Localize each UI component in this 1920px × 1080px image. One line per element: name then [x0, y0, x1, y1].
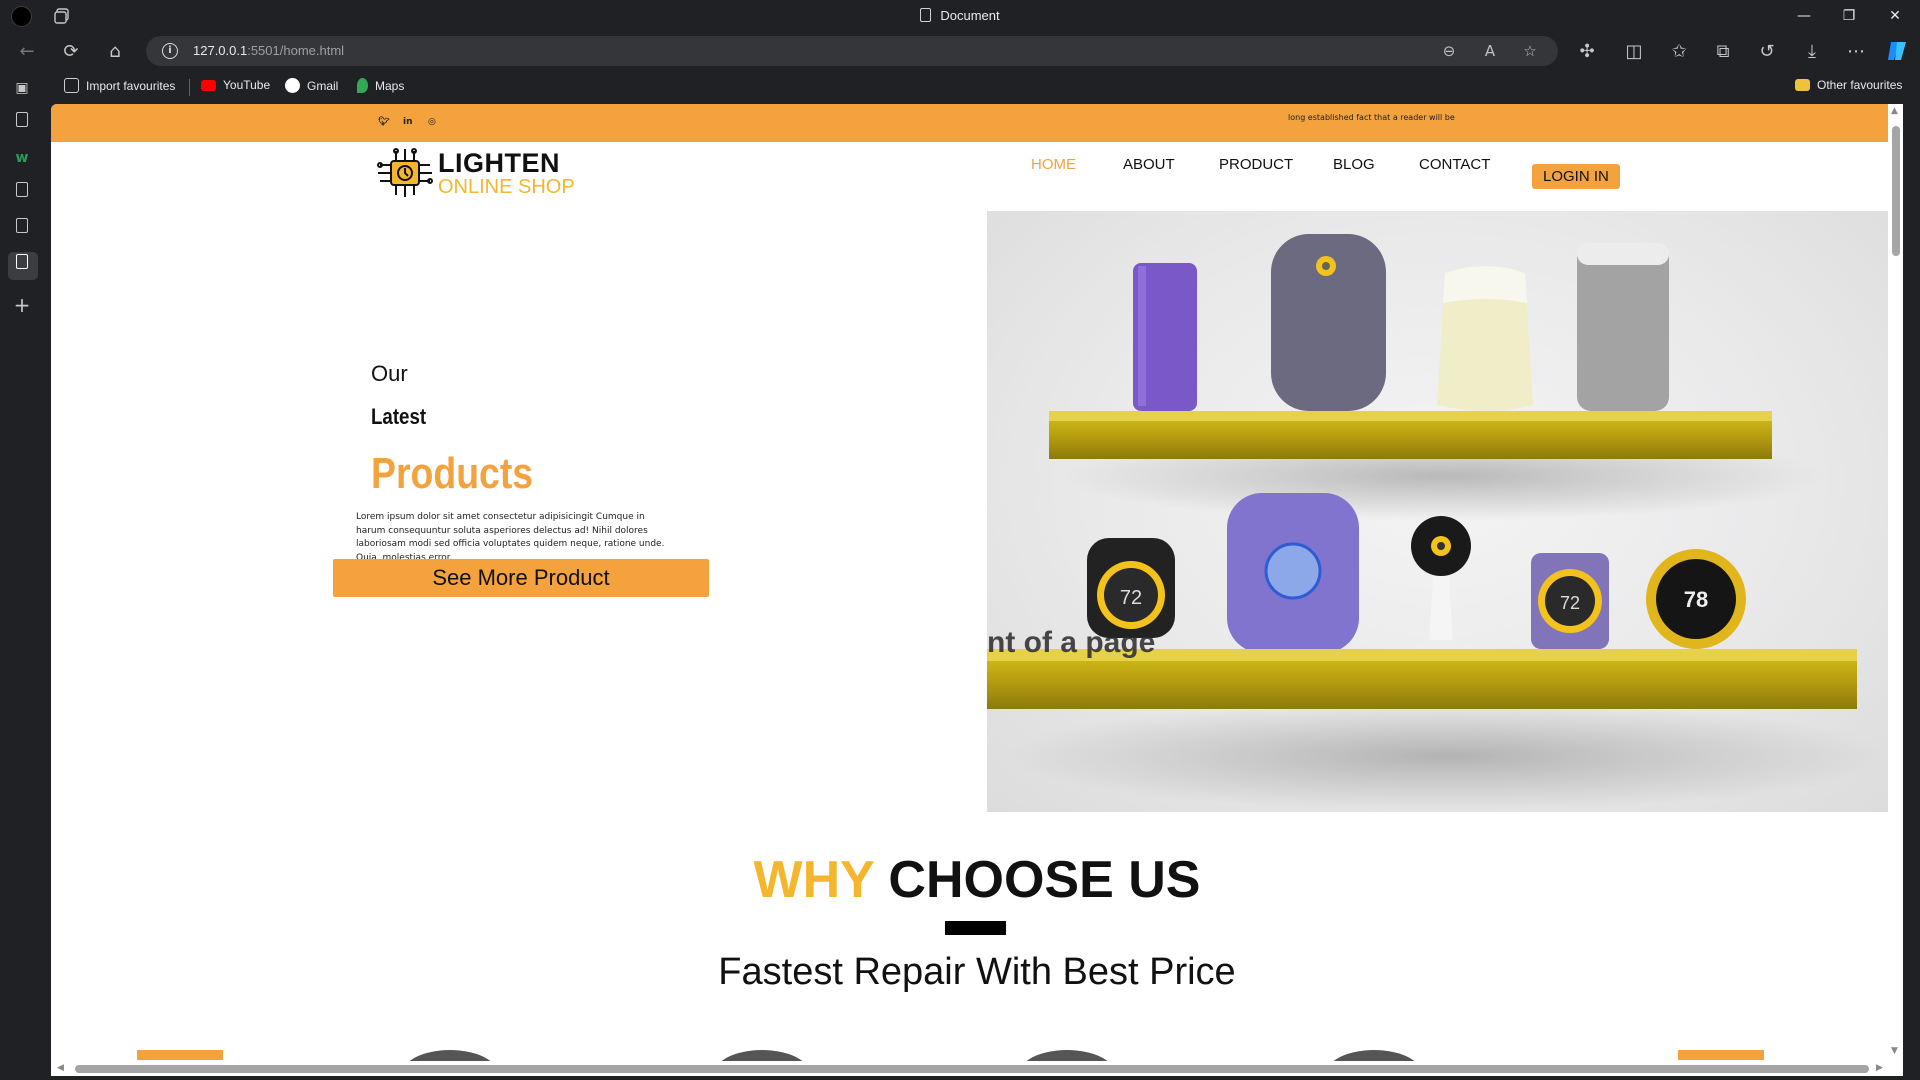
bookmark-youtube[interactable]: YouTube	[201, 78, 270, 92]
heading-underline	[945, 921, 1006, 935]
instagram-icon[interactable]: ◎	[428, 117, 436, 127]
tab-page-icon-active[interactable]	[13, 254, 31, 274]
favourite-star-icon[interactable]: ☆	[1519, 40, 1541, 62]
scroll-up-icon[interactable]: ▲	[1891, 106, 1898, 116]
hero-line-latest: Latest	[371, 404, 427, 429]
scroll-right-icon[interactable]: ▶	[1876, 1063, 1883, 1073]
document-icon	[920, 8, 932, 22]
vertical-scroll-thumb[interactable]	[1892, 126, 1900, 256]
nav-home[interactable]: HOME	[1031, 156, 1076, 173]
speaker-grey-cylinder	[1577, 243, 1669, 411]
more-menu-icon[interactable]: ⋯	[1843, 39, 1869, 65]
bookmark-other-favourites[interactable]: Other favourites	[1795, 78, 1902, 92]
logo-title: LIGHTEN	[438, 148, 560, 178]
scroll-down-icon[interactable]: ▼	[1891, 1046, 1898, 1056]
window-title-text: Document	[940, 8, 1000, 23]
favourites-icon[interactable]: ✩	[1666, 39, 1692, 65]
why-choose-us-heading: WHY CHOOSE US	[51, 850, 1903, 910]
read-aloud-icon[interactable]: A	[1479, 40, 1501, 62]
split-screen-icon[interactable]: ◫	[1621, 39, 1647, 65]
nav-contact[interactable]: CONTACT	[1419, 156, 1490, 173]
site-logo[interactable]: LIGHTEN ONLINE SHOP	[376, 141, 586, 199]
restore-button[interactable]: ❐	[1829, 4, 1869, 28]
nav-product[interactable]: PRODUCT	[1219, 156, 1293, 173]
url-text[interactable]: 127.0.0.1:5501/home.html	[193, 43, 344, 58]
tab-page-icon[interactable]	[13, 218, 31, 238]
logo-subtitle: ONLINE SHOP	[438, 176, 575, 198]
bookmark-maps[interactable]: Maps	[357, 78, 404, 93]
import-icon	[64, 78, 79, 93]
history-icon[interactable]: ↺	[1754, 39, 1780, 65]
choose-us-word: CHOOSE US	[888, 851, 1201, 909]
tab-site-icon[interactable]: w	[13, 148, 31, 168]
why-word: WHY	[753, 851, 874, 909]
window-title: Document	[0, 8, 1920, 23]
minimize-button[interactable]: —	[1784, 4, 1824, 28]
horizontal-scroll-thumb[interactable]	[75, 1065, 1869, 1073]
linkedin-icon[interactable]: in	[403, 117, 413, 127]
horizontal-scrollbar[interactable]: ◀ ▶	[51, 1061, 1903, 1076]
see-more-product-button[interactable]: See More Product	[333, 559, 709, 597]
url-host: 127.0.0.1	[193, 43, 248, 58]
refresh-icon[interactable]: ⟳	[58, 39, 84, 65]
bookmarks-bar: Import favourites YouTube Gmail Maps Oth…	[50, 70, 1920, 104]
tab-page-icon[interactable]	[13, 182, 31, 202]
collections-icon[interactable]: ⧉	[1710, 39, 1736, 65]
google-icon	[285, 78, 300, 93]
card-accent-left	[137, 1050, 223, 1060]
zoom-out-icon[interactable]: ⊖	[1438, 40, 1460, 62]
maps-icon	[357, 78, 368, 93]
hero-product-image: 72 72 78 nt of a page	[987, 211, 1891, 812]
close-button[interactable]: ✕	[1875, 4, 1915, 28]
nav-about[interactable]: ABOUT	[1123, 156, 1175, 173]
bookmark-gmail[interactable]: Gmail	[285, 78, 338, 93]
device-readout-1: 72	[1120, 587, 1142, 609]
page-viewport: 🐦︎ in ◎ long established fact that a rea…	[51, 104, 1903, 1076]
youtube-icon	[201, 79, 216, 91]
bookmark-label: Maps	[375, 78, 405, 93]
vertical-tab-sidebar: ▣ w +	[0, 70, 50, 1080]
browser-toolbar: ← ⟳ ⌂ i 127.0.0.1:5501/home.html ⊖ A ☆ ✣…	[0, 32, 1920, 70]
hero-description: Lorem ipsum dolor sit amet consectetur a…	[356, 512, 665, 563]
bookmark-label: YouTube	[223, 78, 271, 92]
back-icon[interactable]: ←	[14, 39, 40, 65]
chip-logo-icon	[377, 148, 433, 197]
extensions-icon[interactable]: ✣	[1574, 39, 1600, 65]
home-icon[interactable]: ⌂	[102, 39, 128, 65]
window-titlebar: Document — ❐ ✕	[0, 0, 1920, 32]
bookmark-label: Gmail	[307, 78, 339, 93]
bookmark-import-favourites[interactable]: Import favourites	[64, 78, 175, 93]
image-overlay-text: nt of a page	[987, 626, 1156, 659]
new-tab-icon[interactable]: +	[13, 295, 31, 315]
login-button[interactable]: LOGIN IN	[1532, 164, 1620, 189]
top-info-strip: 🐦︎ in ◎ long established fact that a rea…	[51, 104, 1903, 142]
smart-devices-illustration: 72 72 78	[987, 234, 1887, 811]
site-info-icon[interactable]: i	[162, 43, 178, 59]
downloads-icon[interactable]: ⤓	[1799, 39, 1825, 65]
folder-icon	[1795, 79, 1810, 91]
tab-page-icon[interactable]	[13, 112, 31, 132]
vertical-scrollbar[interactable]: ▲ ▼	[1888, 104, 1903, 1061]
address-bar[interactable]: i 127.0.0.1:5501/home.html ⊖ A ☆	[146, 36, 1558, 66]
twitter-icon[interactable]: 🐦︎	[378, 117, 389, 127]
device-readout-3: 78	[1684, 587, 1708, 612]
hero-line-products: Products	[371, 449, 534, 498]
bookmark-label: Other favourites	[1817, 78, 1903, 92]
tab-actions-icon[interactable]: ▣	[13, 78, 31, 98]
url-path: :5501/home.html	[247, 43, 345, 58]
top-strip-text: long established fact that a reader will…	[1288, 113, 1455, 122]
bookmark-separator	[189, 79, 190, 96]
scroll-left-icon[interactable]: ◀	[57, 1063, 64, 1073]
bookmark-label: Import favourites	[86, 78, 176, 93]
copilot-icon[interactable]	[1884, 39, 1910, 65]
card-accent-right	[1678, 1050, 1764, 1060]
device-readout-2: 72	[1560, 593, 1580, 613]
hero-line-our: Our	[371, 361, 408, 386]
nav-blog[interactable]: BLOG	[1333, 156, 1375, 173]
why-subtitle: Fastest Repair With Best Price	[718, 951, 1236, 993]
